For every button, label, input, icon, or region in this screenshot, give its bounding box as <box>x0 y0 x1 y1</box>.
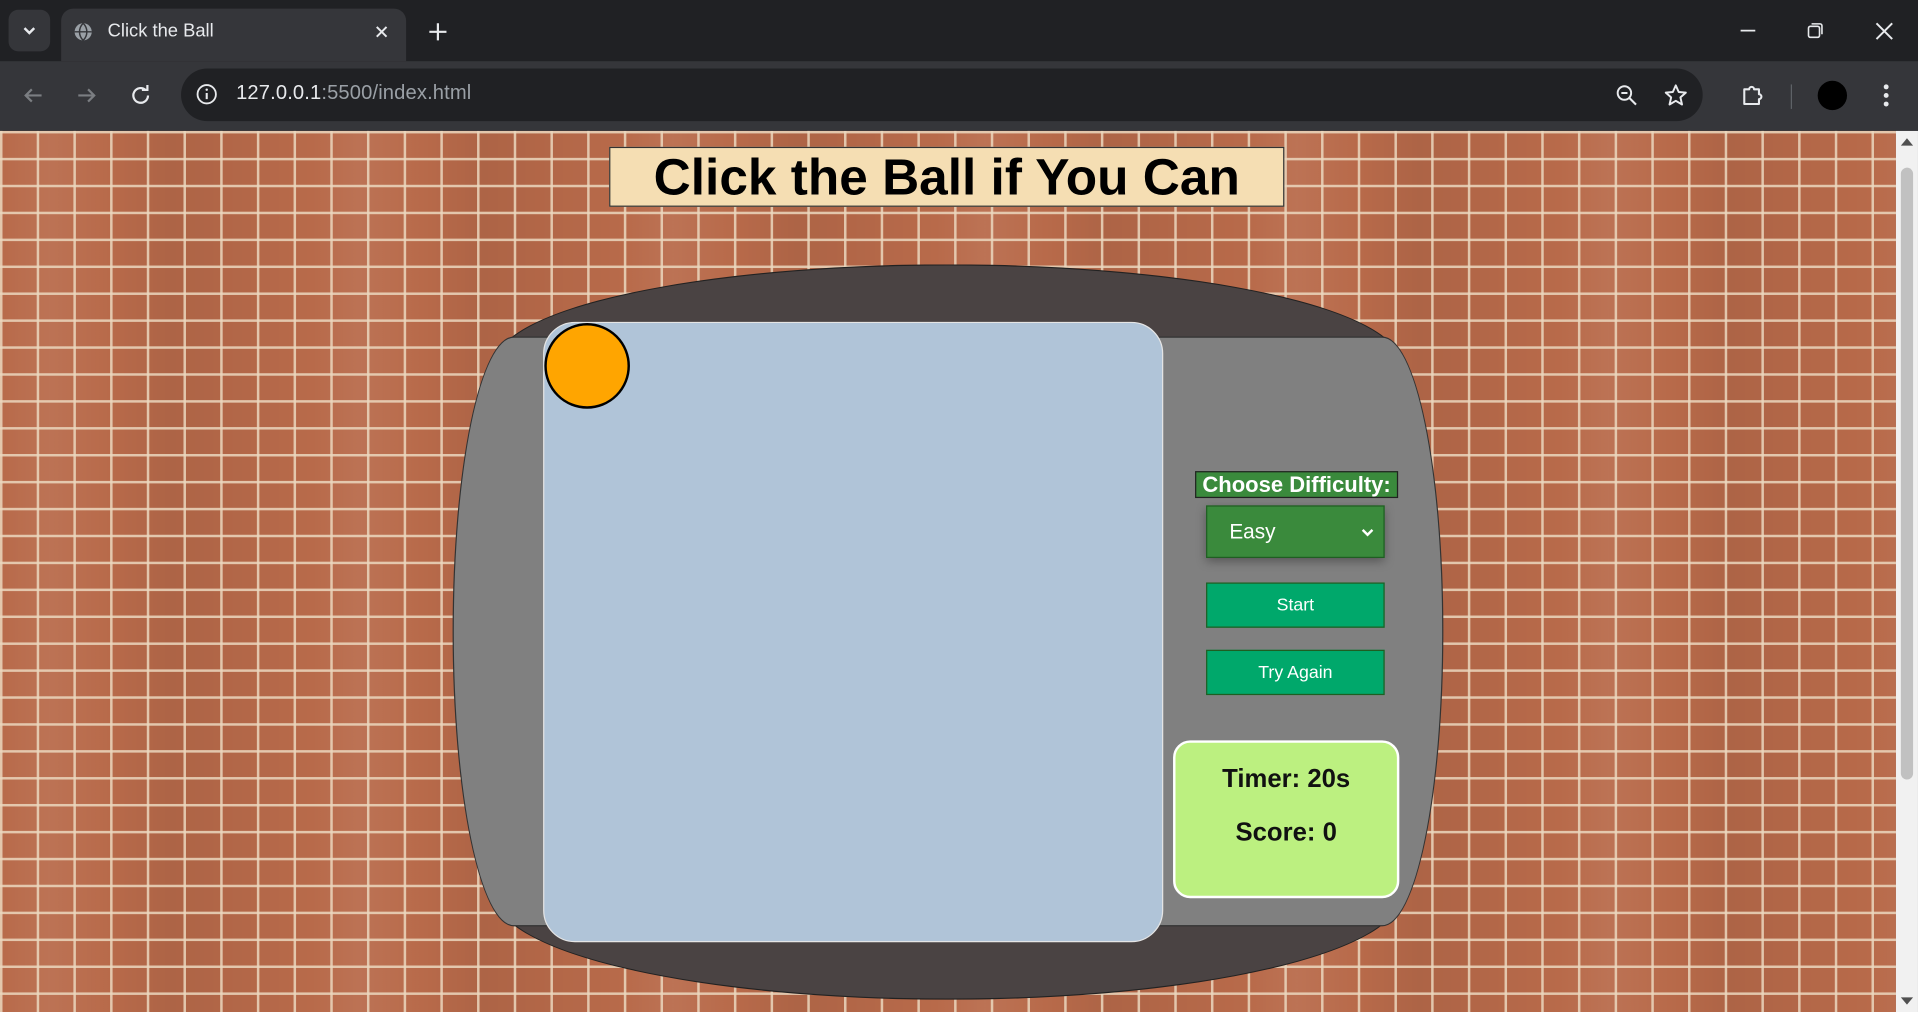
address-bar[interactable]: 127.0.0.1:5500/index.html <box>181 68 1703 122</box>
ball[interactable] <box>544 323 630 409</box>
back-button[interactable] <box>13 76 52 115</box>
chevron-down-icon <box>23 27 36 35</box>
game-area[interactable] <box>543 321 1164 943</box>
start-button[interactable]: Start <box>1206 582 1385 628</box>
difficulty-label: Choose Difficulty: <box>1195 471 1399 499</box>
puzzle-icon <box>1743 85 1763 106</box>
difficulty-select[interactable]: Easy <box>1206 505 1385 559</box>
status-panel: Timer: 20s Score: 0 <box>1173 740 1400 899</box>
star-icon <box>1664 84 1687 106</box>
page-scrollbar[interactable] <box>1895 130 1918 1012</box>
tab-title: Click the Ball <box>107 20 214 42</box>
plus-icon <box>429 23 447 41</box>
kebab-menu-icon <box>1883 84 1889 107</box>
browser-tab[interactable]: Click the Ball <box>61 8 407 62</box>
tab-search-button[interactable] <box>8 9 51 52</box>
new-tab-button[interactable] <box>421 15 455 49</box>
tab-bar: Click the Ball <box>0 0 1918 62</box>
scroll-down-arrow[interactable] <box>1900 997 1914 1005</box>
try-again-button[interactable]: Try Again <box>1206 649 1385 696</box>
globe-icon <box>74 22 92 41</box>
score-display: Score: 0 <box>1235 818 1337 847</box>
close-window-button[interactable] <box>1862 12 1906 49</box>
url-path: :5500/index.html <box>321 81 472 105</box>
profile-avatar[interactable] <box>1817 80 1848 111</box>
page-title: Click the Ball if You Can <box>609 146 1285 207</box>
chevron-down-icon <box>1361 528 1374 537</box>
restore-icon <box>1807 23 1823 39</box>
bookmark-button[interactable] <box>1661 81 1690 110</box>
page-viewport: Click the Ball if You Can Choose Difficu… <box>0 130 1896 1012</box>
browser-toolbar: 127.0.0.1:5500/index.html <box>0 61 1918 131</box>
minimize-icon <box>1740 29 1756 32</box>
minimize-button[interactable] <box>1726 12 1770 49</box>
close-icon <box>1875 22 1893 40</box>
forward-button[interactable] <box>67 76 106 115</box>
url-host: 127.0.0.1 <box>236 81 322 105</box>
menu-button[interactable] <box>1868 77 1905 114</box>
scroll-up-arrow[interactable] <box>1900 138 1914 146</box>
close-icon <box>376 26 388 38</box>
reload-icon <box>132 85 150 104</box>
close-tab-button[interactable] <box>369 20 393 44</box>
difficulty-selected-value: Easy <box>1229 520 1276 544</box>
arrow-left-icon <box>24 88 42 103</box>
zoom-icon <box>1616 85 1637 106</box>
toolbar-divider <box>1790 84 1792 109</box>
reload-button[interactable] <box>121 76 160 115</box>
info-icon <box>196 84 217 105</box>
extensions-button[interactable] <box>1734 77 1771 114</box>
scrollbar-thumb[interactable] <box>1900 167 1914 780</box>
arrow-right-icon <box>78 88 96 103</box>
zoom-button[interactable] <box>1612 81 1641 110</box>
url-text[interactable]: 127.0.0.1:5500/index.html <box>236 82 471 105</box>
restore-button[interactable] <box>1793 12 1837 49</box>
timer-display: Timer: 20s <box>1222 764 1351 793</box>
site-info-button[interactable] <box>193 81 220 108</box>
